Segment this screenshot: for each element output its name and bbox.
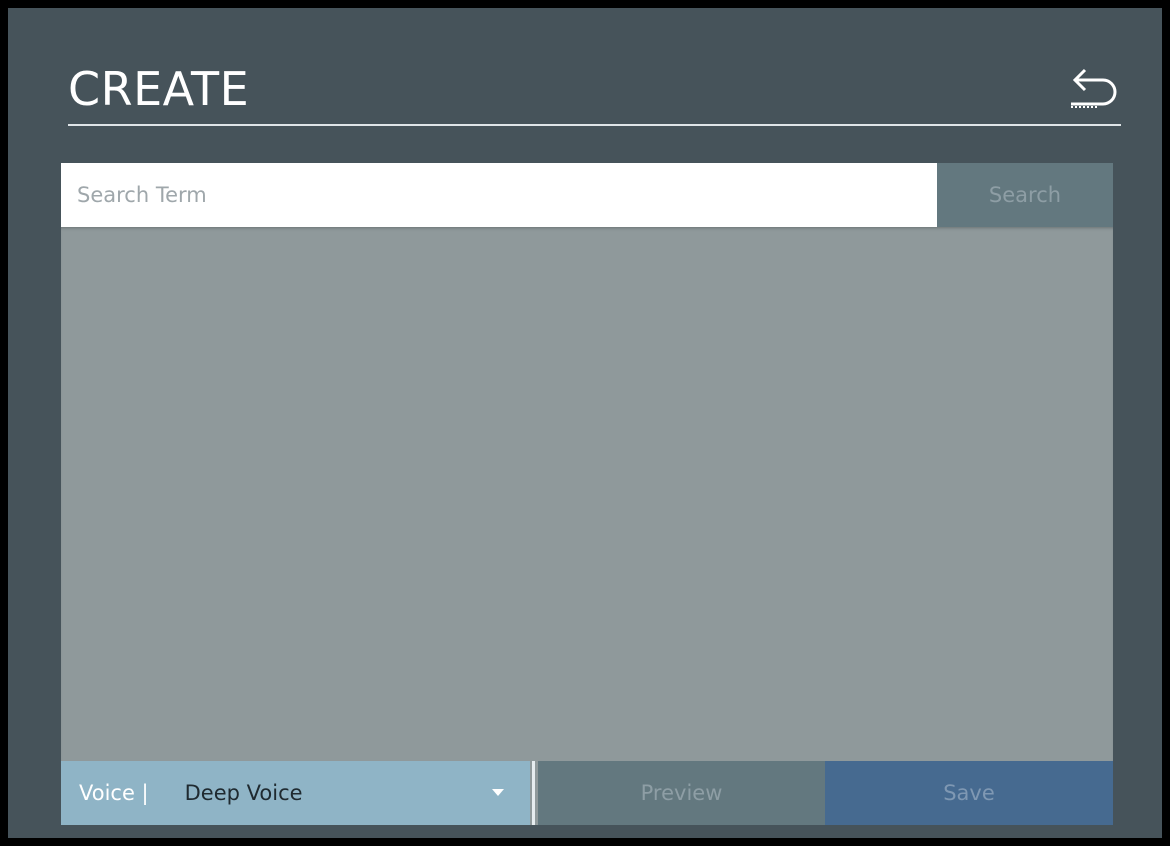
search-button[interactable]: Search [937, 163, 1113, 227]
save-button[interactable]: Save [825, 761, 1113, 825]
voice-label: Voice | [79, 781, 149, 805]
search-input[interactable] [61, 163, 937, 227]
voice-selected-value: Deep Voice [184, 781, 303, 805]
back-button[interactable] [1063, 62, 1121, 116]
page-title: CREATE [68, 62, 250, 116]
bottom-bar: Voice | Deep Voice Preview Save [61, 761, 1113, 825]
divider [530, 761, 538, 825]
search-bar: Search [61, 163, 1113, 227]
create-window: CREATE Search Voice | Deep Voice Preview… [8, 8, 1162, 838]
preview-button[interactable]: Preview [538, 761, 825, 825]
results-area[interactable] [61, 227, 1113, 761]
back-arrow-icon [1071, 68, 1117, 108]
voice-select[interactable]: Voice | Deep Voice [61, 761, 530, 825]
header: CREATE [68, 60, 1121, 126]
chevron-down-icon [492, 789, 504, 796]
